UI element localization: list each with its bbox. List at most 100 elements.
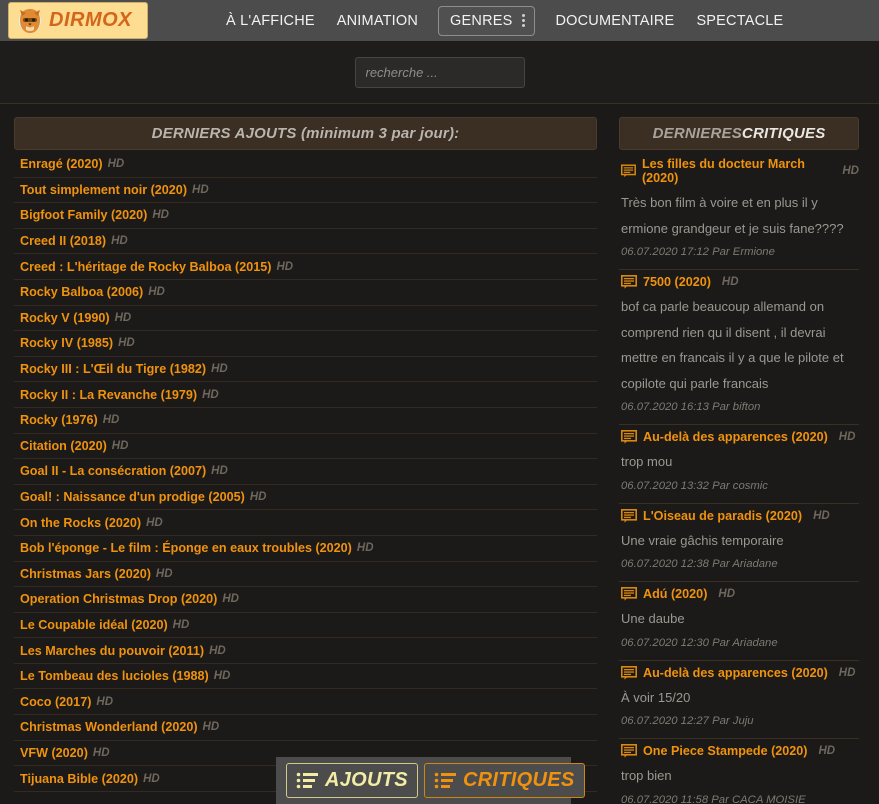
quality-badge: HD xyxy=(209,645,226,657)
movie-list-item[interactable]: Bigfoot Family (2020)HD xyxy=(14,203,597,229)
movie-list-item[interactable]: Goal! : Naissance d'un prodige (2005) HD xyxy=(14,485,597,511)
nav-item-documentaire[interactable]: DOCUMENTAIRE xyxy=(553,9,676,33)
quality-badge: HD xyxy=(103,414,120,426)
movie-title: Enragé (2020) xyxy=(20,157,103,171)
movie-list-item[interactable]: Creed : L'héritage de Rocky Balboa (2015… xyxy=(14,254,597,280)
movie-list-item[interactable]: Enragé (2020)HD xyxy=(14,152,597,178)
review-item: 7500 (2020)HD bof ca parle beaucoup allem… xyxy=(619,270,859,425)
review-meta: 06.07.2020 13:32 Par cosmic xyxy=(621,475,859,497)
comment-icon xyxy=(621,587,637,601)
movie-list-item[interactable]: Rocky Balboa (2006)HD xyxy=(14,280,597,306)
movie-list-item[interactable]: Tout simplement noir (2020)HD xyxy=(14,178,597,204)
review-text: bof ca parle beaucoup allemand on compre… xyxy=(621,294,859,396)
quality-badge: HD xyxy=(819,745,836,757)
movie-title: On the Rocks (2020) xyxy=(20,516,141,530)
review-item: Au-delà des apparences (2020)HDÀ voir 15… xyxy=(619,661,859,740)
review-header[interactable]: Adú (2020)HD xyxy=(621,587,859,601)
movie-list-item[interactable]: Rocky III : L'Œil du Tigre (1982)HD xyxy=(14,357,597,383)
main-nav: À L'AFFICHE ANIMATION GENRES DOCUMENTAIR… xyxy=(224,6,785,36)
review-meta: 06.07.2020 17:12 Par Ermione xyxy=(621,241,859,263)
review-header[interactable]: L'Oiseau de paradis (2020)HD xyxy=(621,509,859,523)
quality-badge: HD xyxy=(357,542,374,554)
quality-badge: HD xyxy=(173,619,190,631)
critiques-label: CRITIQUES xyxy=(463,769,575,792)
movie-list-item[interactable]: Creed II (2018)HD xyxy=(14,229,597,255)
review-text: Une vraie gâchis temporaire xyxy=(621,528,859,554)
panel-title-prefix: DERNIERES xyxy=(653,125,742,142)
movie-list-item[interactable]: Les Marches du pouvoir (2011) HD xyxy=(14,638,597,664)
quality-badge: HD xyxy=(250,491,267,503)
quality-badge: HD xyxy=(813,510,830,522)
list-icon xyxy=(434,772,456,789)
nav-item-a-laffiche[interactable]: À L'AFFICHE xyxy=(224,9,317,33)
nav-label: GENRES xyxy=(450,13,512,29)
panel-title: DERNIERS AJOUTS (minimum 3 par jour): xyxy=(152,125,460,142)
review-meta: 06.07.2020 16:13 Par bifton xyxy=(621,396,859,418)
quality-badge: HD xyxy=(118,337,135,349)
kebab-menu-icon[interactable] xyxy=(522,14,525,27)
movie-title: Bob l'éponge - Le film : Éponge en eaux … xyxy=(20,541,352,555)
movie-list-item[interactable]: Citation (2020)HD xyxy=(14,434,597,460)
nav-item-animation[interactable]: ANIMATION xyxy=(335,9,420,33)
movie-list-item[interactable]: Bob l'éponge - Le film : Éponge en eaux … xyxy=(14,536,597,562)
review-header[interactable]: 7500 (2020)HD xyxy=(621,275,859,289)
movie-title: Les Marches du pouvoir (2011) xyxy=(20,644,204,658)
movie-list-item[interactable]: Rocky (1976)HD xyxy=(14,408,597,434)
ajouts-button[interactable]: AJOUTS xyxy=(286,763,418,798)
movie-title: Rocky V (1990) xyxy=(20,311,110,325)
nav-item-spectacle[interactable]: SPECTACLE xyxy=(694,9,785,33)
movie-list: Enragé (2020)HDTout simplement noir (202… xyxy=(14,152,597,792)
review-header[interactable]: One Piece Stampede (2020) HD xyxy=(621,744,859,758)
latest-additions-header: DERNIERS AJOUTS (minimum 3 par jour): xyxy=(14,117,597,150)
movie-title: Rocky IV (1985) xyxy=(20,336,113,350)
quality-badge: HD xyxy=(214,670,231,682)
review-header[interactable]: Au-delà des apparences (2020)HD xyxy=(621,430,859,444)
nav-label: DOCUMENTAIRE xyxy=(555,13,674,29)
movie-list-item[interactable]: Rocky II : La Revanche (1979)HD xyxy=(14,382,597,408)
quality-badge: HD xyxy=(203,721,220,733)
review-text: Une daube xyxy=(621,606,859,632)
comment-icon xyxy=(621,275,637,289)
movie-list-item[interactable]: Coco (2017)HD xyxy=(14,689,597,715)
quality-badge: HD xyxy=(93,747,110,759)
review-text: Très bon film à voire et en plus il y er… xyxy=(621,190,859,241)
comment-icon xyxy=(621,164,636,178)
nav-label: SPECTACLE xyxy=(696,13,783,29)
main-content: DERNIERS AJOUTS (minimum 3 par jour): En… xyxy=(0,104,879,800)
review-meta: 06.07.2020 12:27 Par Juju xyxy=(621,710,859,732)
review-text: trop mou xyxy=(621,449,859,475)
quality-badge: HD xyxy=(146,517,163,529)
quality-badge: HD xyxy=(111,235,128,247)
movie-title: Le Tombeau des lucioles (1988) xyxy=(20,669,209,683)
movie-list-item[interactable]: Rocky IV (1985) HD xyxy=(14,331,597,357)
movie-title: Goal! : Naissance d'un prodige (2005) xyxy=(20,490,245,504)
review-header[interactable]: Les filles du docteur March (2020)HD xyxy=(621,157,859,185)
quality-badge: HD xyxy=(152,209,169,221)
comment-icon xyxy=(621,509,637,523)
review-header[interactable]: Au-delà des apparences (2020)HD xyxy=(621,666,859,680)
movie-title: Coco (2017) xyxy=(20,695,91,709)
movie-list-item[interactable]: Le Tombeau des lucioles (1988) HD xyxy=(14,664,597,690)
top-navigation-bar: DIRMOX À L'AFFICHE ANIMATION GENRES DOCU… xyxy=(0,0,879,41)
movie-list-item[interactable]: Le Coupable idéal (2020) HD xyxy=(14,613,597,639)
nav-item-genres[interactable]: GENRES xyxy=(438,6,535,36)
quality-badge: HD xyxy=(222,593,239,605)
movie-list-item[interactable]: Christmas Jars (2020)HD xyxy=(14,562,597,588)
movie-list-item[interactable]: Rocky V (1990)HD xyxy=(14,306,597,332)
review-movie-title: Au-delà des apparences (2020) xyxy=(643,430,828,444)
review-item: Les filles du docteur March (2020)HD Très… xyxy=(619,152,859,270)
quality-badge: HD xyxy=(192,184,209,196)
movie-list-item[interactable]: Christmas Wonderland (2020)HD xyxy=(14,715,597,741)
review-item: L'Oiseau de paradis (2020)HD Une vraie gâ… xyxy=(619,504,859,583)
movie-list-item[interactable]: Operation Christmas Drop (2020)HD xyxy=(14,587,597,613)
movie-list-item[interactable]: Goal II - La consécration (2007)HD xyxy=(14,459,597,485)
fox-mascot-icon xyxy=(17,7,43,35)
critiques-button[interactable]: CRITIQUES xyxy=(424,763,585,798)
review-movie-title: One Piece Stampede (2020) xyxy=(643,744,808,758)
movie-title: Le Coupable idéal (2020) xyxy=(20,618,168,632)
site-logo[interactable]: DIRMOX xyxy=(8,2,148,39)
search-input[interactable] xyxy=(355,57,525,88)
review-list: Les filles du docteur March (2020)HD Très… xyxy=(619,152,859,804)
quality-badge: HD xyxy=(112,440,129,452)
movie-list-item[interactable]: On the Rocks (2020) HD xyxy=(14,510,597,536)
